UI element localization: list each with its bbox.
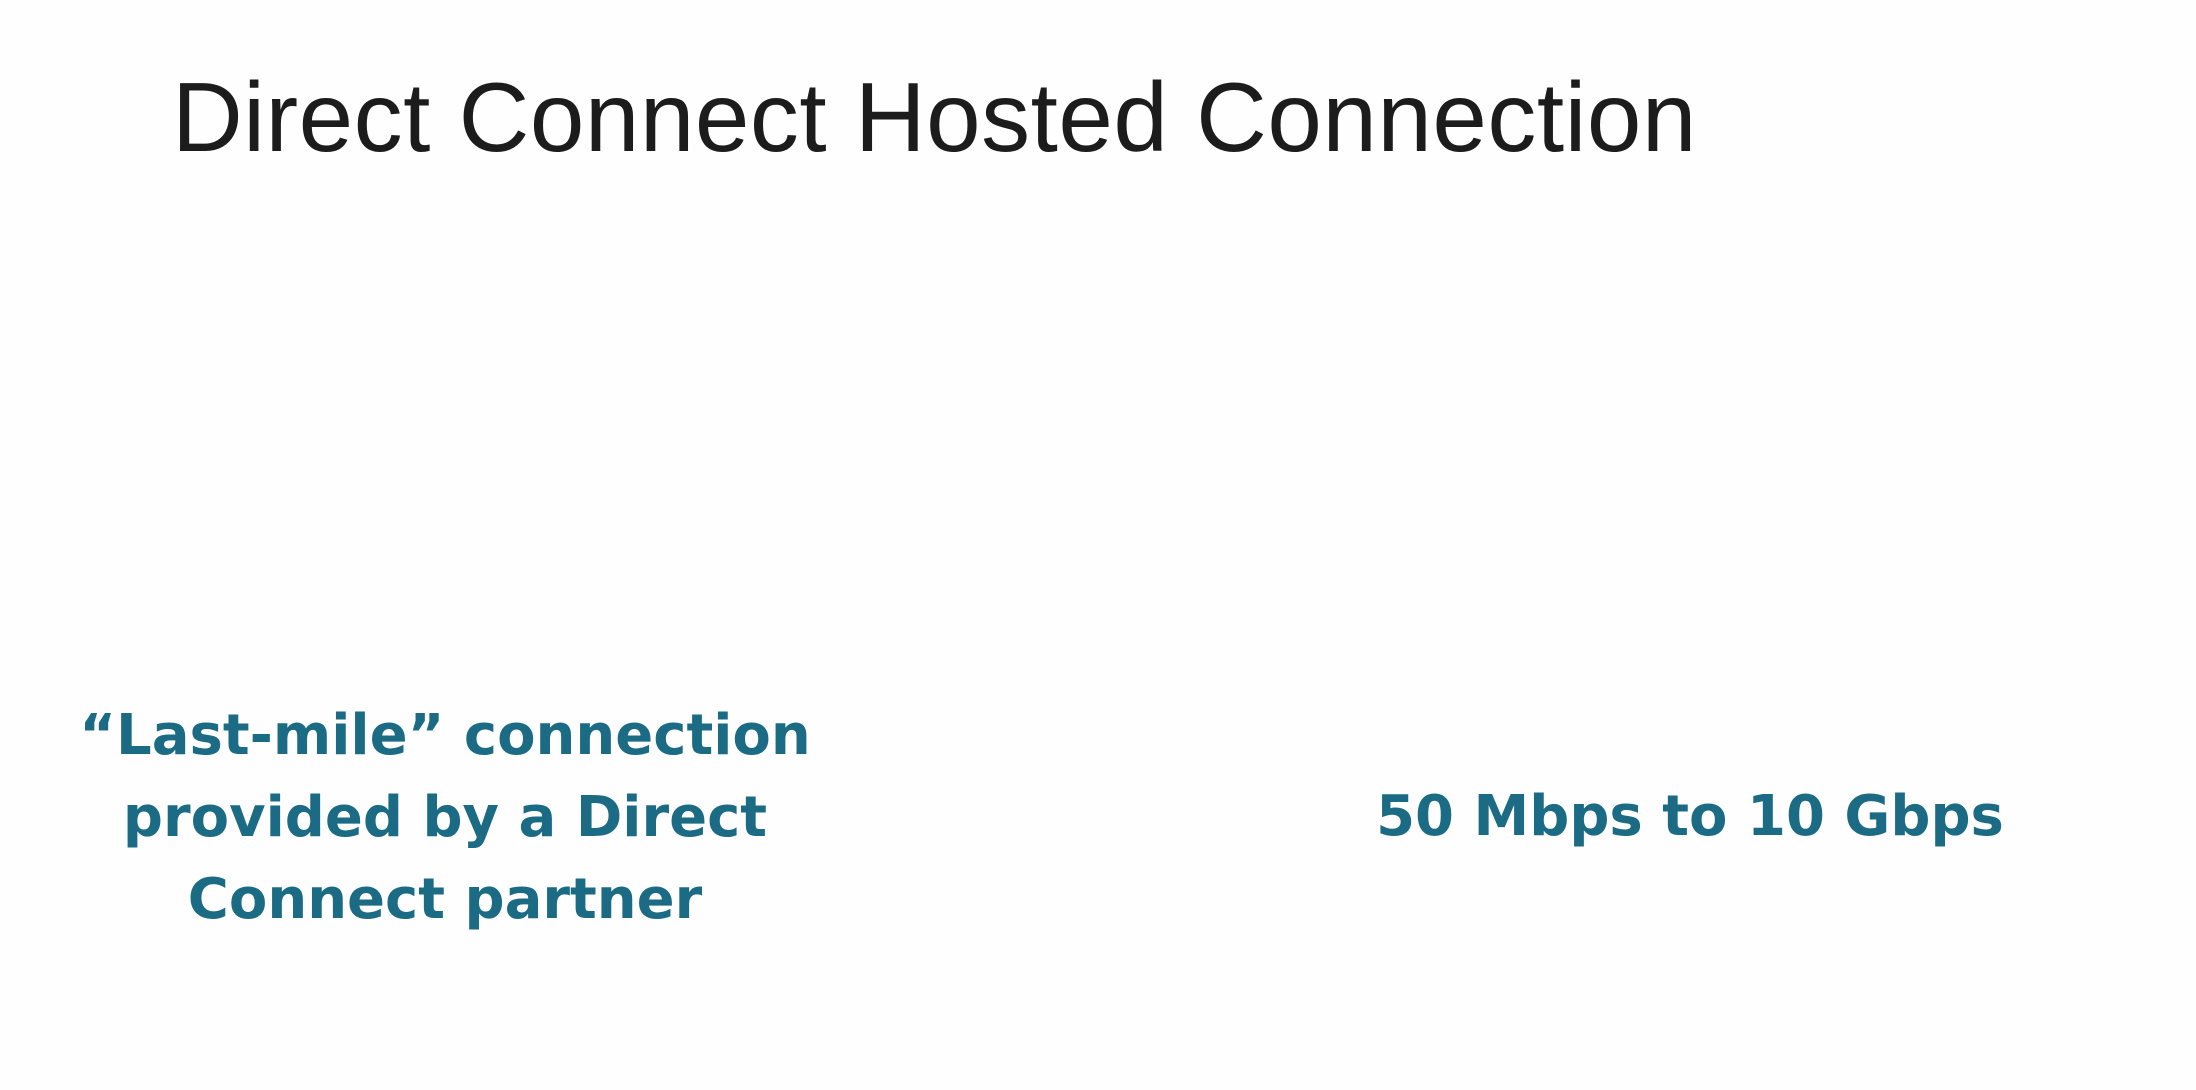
slide-title: Direct Connect Hosted Connection — [172, 62, 1697, 172]
slide: Direct Connect Hosted Connection “Last-m… — [0, 0, 2196, 1090]
point-last-mile-connection: “Last-mile” connection provided by a Dir… — [79, 703, 811, 932]
point-bandwidth-range: 50 Mbps to 10 Gbps — [1376, 784, 2004, 849]
